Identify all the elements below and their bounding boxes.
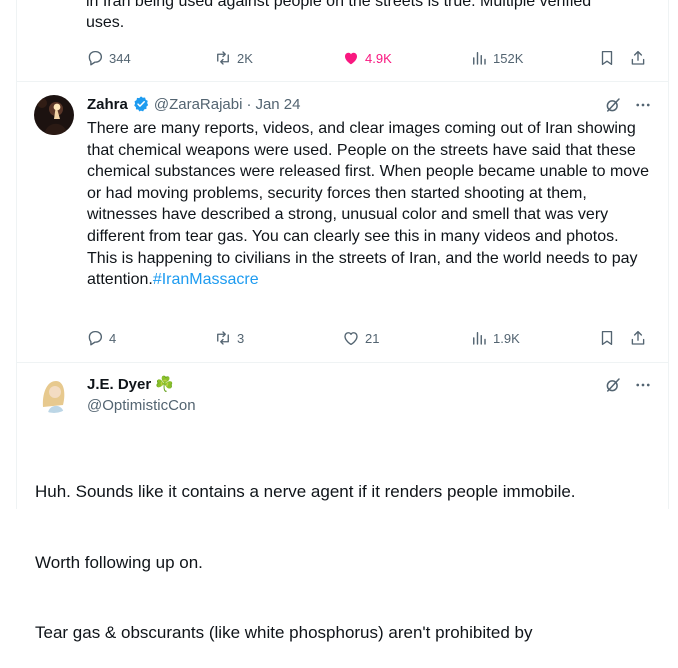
zahra-tweet-body: There are many reports, videos, and clea… [87, 118, 657, 291]
views-icon [473, 332, 486, 345]
reply-icon [88, 50, 103, 66]
views-icon [473, 52, 486, 65]
heart-icon [345, 52, 357, 65]
bookmark-icon [601, 50, 613, 66]
prev-views-count: 152K [493, 50, 524, 66]
zahra-avatar[interactable] [34, 95, 74, 135]
zahra-bookmark-button[interactable] [598, 326, 616, 350]
share-icon [631, 50, 645, 65]
dyer-tweet-body: Huh. Sounds like it contains a nerve age… [35, 433, 665, 668]
prev-reply-count: 344 [109, 50, 131, 66]
zahra-reply-count: 4 [109, 330, 117, 346]
grok-icon[interactable] [604, 376, 622, 394]
prev-repost-count: 2K [237, 50, 253, 66]
prev-tweet-text: in Iran being used against people on the… [86, 0, 646, 33]
dyer-text-line-3: Tear gas & obscurants (like white phosph… [35, 623, 533, 642]
prev-like-button[interactable]: 4.9K [342, 46, 392, 70]
verified-badge-icon [134, 96, 148, 112]
dyer-handle-row: @OptimisticCon [87, 397, 196, 414]
zahra-tweet-text: There are many reports, videos, and clea… [87, 120, 650, 289]
prev-tweet-text-line-cut: in Iran being used against people on the… [86, 0, 592, 10]
prev-bookmark-button[interactable] [598, 46, 616, 70]
zahra-like-count: 21 [365, 330, 380, 346]
prev-tweet-text-line-end: uses. [86, 14, 125, 31]
prev-like-count: 4.9K [365, 50, 392, 66]
zahra-views-count: 1.9K [493, 330, 520, 346]
grok-icon[interactable] [604, 96, 622, 114]
timeline-border-right [668, 0, 669, 509]
share-icon [631, 330, 645, 345]
timeline-border-left [16, 0, 17, 509]
zahra-top-icons [604, 96, 652, 114]
prev-reply-button[interactable]: 344 [86, 46, 131, 70]
zahra-name[interactable]: Zahra [87, 96, 128, 113]
dyer-top-icons [604, 376, 652, 394]
reply-icon [88, 330, 103, 346]
zahra-repost-count: 3 [237, 330, 245, 346]
bookmark-icon [601, 330, 613, 346]
zahra-handle[interactable]: @ZaraRajabi [154, 96, 243, 113]
tweet-divider [17, 81, 668, 82]
repost-icon [217, 51, 229, 65]
prev-tweet-action-bar: 344 2K 4.9K 152K [86, 46, 654, 70]
heart-icon [344, 332, 358, 346]
dyer-header: J.E. Dyer ☘️ [87, 375, 174, 393]
zahra-header: Zahra @ZaraRajabi · Jan 24 [87, 95, 301, 113]
more-icon[interactable] [634, 376, 652, 394]
zahra-date[interactable]: Jan 24 [255, 96, 300, 113]
dyer-name[interactable]: J.E. Dyer [87, 376, 151, 393]
tweet-divider [17, 362, 668, 363]
prev-repost-button[interactable]: 2K [214, 46, 253, 70]
dyer-text-line-1: Huh. Sounds like it contains a nerve age… [35, 482, 576, 501]
zahra-views-button[interactable]: 1.9K [470, 326, 520, 350]
zahra-repost-button[interactable]: 3 [214, 326, 244, 350]
hashtag-link[interactable]: #IranMassacre [153, 271, 259, 288]
more-icon[interactable] [634, 96, 652, 114]
zahra-like-button[interactable]: 21 [342, 326, 379, 350]
zahra-reply-button[interactable]: 4 [86, 326, 116, 350]
header-separator: · [246, 95, 252, 113]
repost-icon [217, 331, 229, 345]
prev-views-button[interactable]: 152K [470, 46, 523, 70]
prev-share-button[interactable] [629, 46, 647, 70]
shamrock-emoji: ☘️ [155, 375, 174, 393]
zahra-share-button[interactable] [629, 326, 647, 350]
zahra-action-bar: 4 3 21 1.9K [86, 326, 654, 350]
dyer-handle[interactable]: @OptimisticCon [87, 397, 196, 414]
dyer-text-line-2: Worth following up on. [35, 552, 203, 572]
dyer-avatar[interactable] [34, 373, 74, 413]
